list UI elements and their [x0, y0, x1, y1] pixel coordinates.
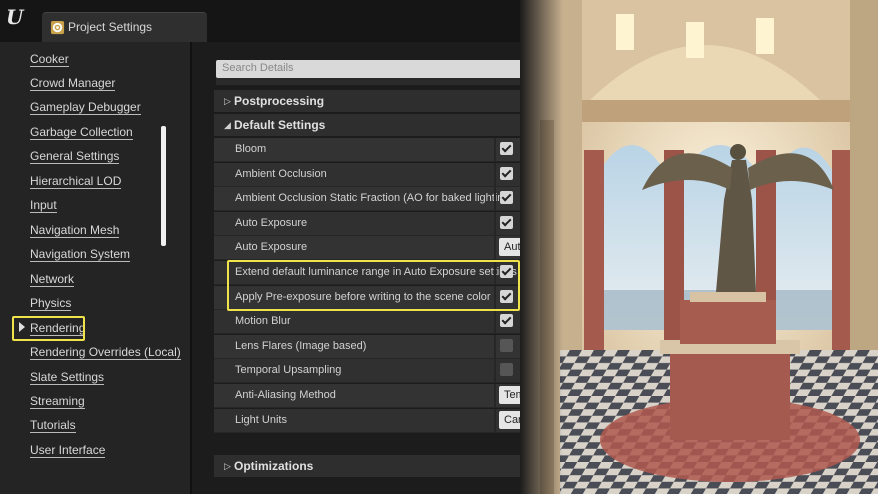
tab-project-settings[interactable]: Project Settings [42, 12, 207, 42]
sidebar-item-navigation-mesh[interactable]: Navigation Mesh [30, 223, 120, 238]
setting-label: Auto Exposure [235, 217, 308, 229]
hidden-header-strip [216, 77, 546, 85]
tab-label: Project Settings [68, 20, 153, 34]
column-splitter[interactable] [494, 163, 496, 187]
auto-exposure-highlight-box [227, 260, 520, 311]
section-label: Default Settings [234, 118, 326, 132]
search-placeholder: Search Details [222, 62, 294, 74]
checkbox[interactable] [500, 167, 513, 180]
search-details-input[interactable]: Search Details [216, 60, 546, 78]
setting-label: Temporal Upsampling [235, 364, 342, 376]
checkbox[interactable] [500, 339, 513, 352]
section-postprocessing[interactable]: ▷ Postprocessing [214, 90, 546, 112]
collapsed-arrow-icon: ▷ [224, 461, 231, 471]
sidebar-item-navigation-system[interactable]: Navigation System [30, 247, 131, 262]
collapsed-arrow-icon: ▷ [224, 96, 231, 106]
setting-row-lens-flares-image-based: Lens Flares (Image based) [214, 335, 546, 359]
column-splitter[interactable] [494, 409, 496, 433]
sidebar-item-input[interactable]: Input [30, 198, 57, 213]
sidebar-item-user-interface[interactable]: User Interface [30, 443, 106, 458]
sidebar-item-slate-settings[interactable]: Slate Settings [30, 370, 105, 385]
checkbox[interactable] [500, 314, 513, 327]
unreal-logo-icon: U [6, 5, 24, 29]
section-label: Postprocessing [234, 94, 325, 108]
scene-render-image [520, 0, 878, 494]
sidebar-item-garbage-collection[interactable]: Garbage Collection [30, 125, 133, 140]
setting-label: Lens Flares (Image based) [235, 340, 367, 352]
sidebar-item-crowd-manager[interactable]: Crowd Manager [30, 76, 116, 91]
column-splitter[interactable] [494, 138, 496, 162]
column-splitter[interactable] [494, 384, 496, 408]
setting-row-ambient-occlusion: Ambient Occlusion [214, 163, 546, 187]
column-splitter[interactable] [494, 236, 496, 260]
setting-row-temporal-upsampling: Temporal Upsampling [214, 359, 546, 383]
sidebar-item-network[interactable]: Network [30, 272, 75, 287]
sidebar-item-cooker[interactable]: Cooker [30, 52, 69, 67]
checkbox[interactable] [500, 363, 513, 376]
setting-label: Ambient Occlusion Static Fraction (AO fo… [235, 192, 514, 204]
setting-row-motion-blur: Motion Blur [214, 310, 546, 334]
section-optimizations[interactable]: ▷ Optimizations [214, 455, 546, 477]
sidebar-item-general-settings[interactable]: General Settings [30, 149, 120, 164]
temple-statue-render [520, 0, 878, 494]
section-label: Optimizations [234, 459, 314, 473]
section-default-settings[interactable]: ◢ Default Settings [214, 114, 546, 136]
expanded-arrow-icon: ◢ [224, 120, 231, 130]
setting-row-auto-exposure: Auto Exposure [214, 212, 546, 236]
setting-row-auto-exposure: Auto ExposureAuto Exposure [214, 236, 559, 260]
expand-arrow-icon [19, 322, 25, 332]
column-splitter[interactable] [494, 335, 496, 359]
column-splitter[interactable] [494, 359, 496, 383]
checkbox[interactable] [500, 191, 513, 204]
setting-label: Bloom [235, 143, 267, 155]
column-splitter[interactable] [494, 310, 496, 334]
sidebar-item-physics[interactable]: Physics [30, 296, 72, 311]
sidebar-item-rendering-overrides-local[interactable]: Rendering Overrides (Local) [30, 345, 181, 360]
column-splitter[interactable] [494, 187, 496, 211]
column-splitter[interactable] [494, 212, 496, 236]
sidebar-item-hierarchical-lod[interactable]: Hierarchical LOD [30, 174, 122, 189]
checkbox[interactable] [500, 142, 513, 155]
setting-row-light-units: Light UnitsCandelas [214, 409, 559, 433]
setting-label: Anti-Aliasing Method [235, 389, 336, 401]
setting-label: Auto Exposure [235, 241, 308, 253]
setting-label: Motion Blur [235, 315, 291, 327]
setting-label: Light Units [235, 414, 287, 426]
setting-row-ambient-occlusion-static-fraction-ao-for-baked-lighting: Ambient Occlusion Static Fraction (AO fo… [214, 187, 546, 211]
sidebar-scrollbar[interactable] [161, 126, 166, 246]
settings-gear-icon [50, 20, 65, 35]
setting-row-bloom: Bloom [214, 138, 546, 162]
setting-label: Ambient Occlusion [235, 168, 327, 180]
sidebar-item-streaming[interactable]: Streaming [30, 394, 85, 409]
checkbox[interactable] [500, 216, 513, 229]
setting-row-anti-aliasing-method: Anti-Aliasing MethodTemporalAA [214, 384, 559, 408]
sidebar-item-tutorials[interactable]: Tutorials [30, 418, 76, 433]
sidebar-item-gameplay-debugger[interactable]: Gameplay Debugger [30, 100, 141, 115]
